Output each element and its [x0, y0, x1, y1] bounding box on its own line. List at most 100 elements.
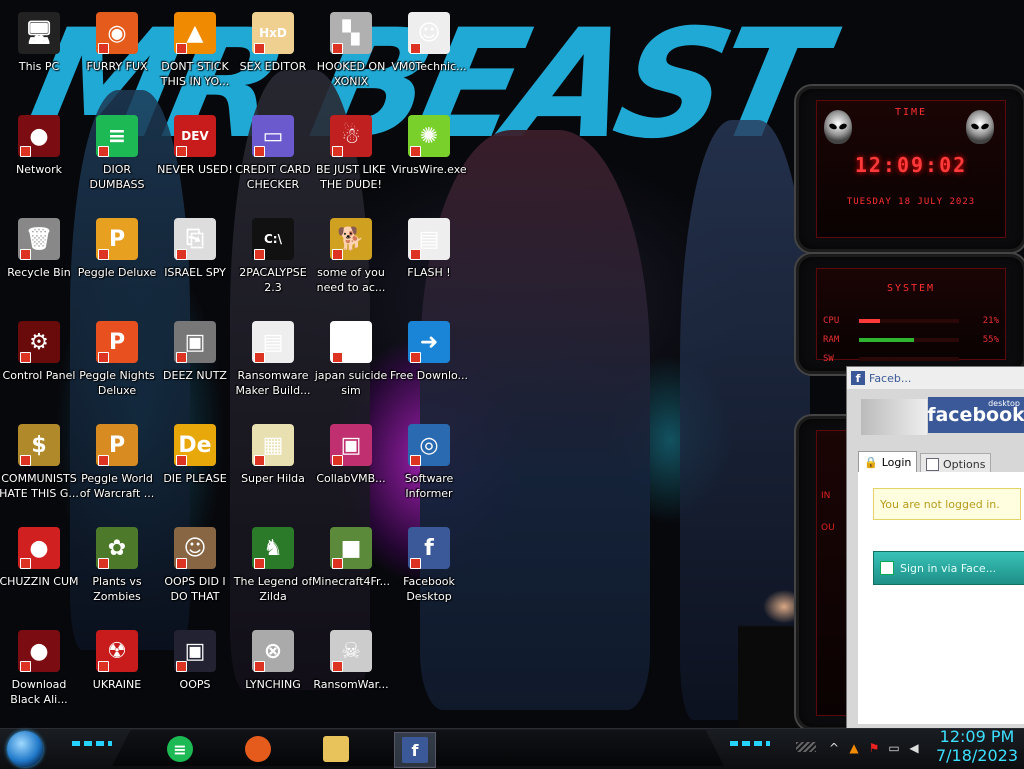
- tab-login[interactable]: 🔒 Login: [858, 451, 918, 472]
- chevron-up-icon[interactable]: ^: [826, 740, 842, 756]
- shortcut-badge-icon: [176, 43, 187, 54]
- desktop-icon-hooked-xonix[interactable]: ▚ HOOKED ON XONIX: [312, 8, 390, 108]
- action-center-flag-icon[interactable]: ⚑: [866, 740, 882, 756]
- desktop-icon-japan-suicide[interactable]: ≡ japan suicide sim: [312, 317, 390, 417]
- taskbar-app-facebook[interactable]: f: [394, 732, 436, 768]
- show-hidden-icons-button[interactable]: [796, 742, 816, 752]
- desktop-icon-label: SEX EDITOR: [239, 60, 307, 73]
- icon-glyph: C:\: [264, 232, 282, 246]
- desktop-icon-lynching[interactable]: ⊗ LYNCHING: [234, 626, 312, 726]
- desktop-icon-dont-stick[interactable]: ▲ DONT STICK THIS IN YO...: [156, 8, 234, 108]
- sign-in-via-facebook-button[interactable]: Sign in via Face...: [873, 551, 1024, 585]
- desktop-icon-communists[interactable]: $ COMMUNISTS HATE THIS G...: [0, 420, 79, 520]
- network-icon[interactable]: ▭: [886, 740, 902, 756]
- desktop-icon-ransomware-maker[interactable]: ▤ Ransomware Maker Build...: [234, 317, 312, 417]
- taskbar-clock[interactable]: 12:09 PM 7/18/2023: [930, 727, 1024, 767]
- shortcut-badge-icon: [332, 146, 343, 157]
- desktop-icon-oops[interactable]: ▣ OOPS: [156, 626, 234, 726]
- options-icon: [926, 457, 939, 471]
- desktop-icon-label: NEVER USED!: [157, 163, 233, 176]
- desktop-icon-super-hilda[interactable]: ▦ Super Hilda: [234, 420, 312, 520]
- shortcut-badge-icon: [20, 558, 31, 569]
- sign-in-icon: [880, 561, 894, 575]
- facebook-window-titlebar[interactable]: f Faceb...: [847, 367, 1024, 389]
- desktop-icon-legend-zilda[interactable]: ♞ The Legend of Zilda: [234, 523, 312, 623]
- shortcut-badge-icon: [254, 455, 265, 466]
- desktop-icon-minecraft[interactable]: ■ Minecraft4Fr...: [312, 523, 390, 623]
- desktop-icon-2pacalypse[interactable]: C:\ 2PACALYPSE 2.3: [234, 214, 312, 314]
- pvz-icon: ✿: [96, 527, 138, 569]
- icon-glyph: P: [108, 432, 126, 458]
- shortcut-badge-icon: [410, 352, 421, 363]
- windows-stack-icon: ▣: [174, 321, 216, 363]
- desktop-icon-label: Software Informer: [404, 472, 454, 500]
- system-row-cpu: CPU 21%: [823, 311, 999, 330]
- taskbar-decoration: [730, 741, 770, 746]
- network-in-label: IN: [821, 491, 831, 501]
- desktop-icon-recycle-bin[interactable]: 🗑 Recycle Bin: [0, 214, 78, 314]
- desktop-icon-viruswire[interactable]: ✺ VirusWire.exe: [390, 111, 468, 211]
- desktop-icon-be-just-like[interactable]: ☃ BE JUST LIKE THE DUDE!: [312, 111, 390, 211]
- desktop-icon-vm0[interactable]: ☺ VM0Technic...: [390, 8, 468, 108]
- desktop-icon-label: DEEZ NUTZ: [163, 369, 227, 382]
- desktop-icon-label: japan suicide sim: [314, 369, 388, 397]
- sign-in-button-label: Sign in via Face...: [900, 561, 997, 575]
- desktop-icon-deez-nutz[interactable]: ▣ DEEZ NUTZ: [156, 317, 234, 417]
- desktop-icon-network[interactable]: ● Network: [0, 111, 78, 211]
- desktop-icon-never-used[interactable]: DEV NEVER USED!: [156, 111, 234, 211]
- icon-glyph: ▣: [184, 329, 206, 355]
- desktop-icon-some-of-you[interactable]: 🐕 some of you need to ac...: [312, 214, 390, 314]
- desktop-icon-oops-did[interactable]: ☺ OOPS DID I DO THAT: [156, 523, 234, 623]
- desktop-icon-plants-zombies[interactable]: ✿ Plants vs Zombies: [78, 523, 156, 623]
- desktop-icon-chuzzin-cum[interactable]: ● CHUZZIN CUM: [0, 523, 79, 623]
- system-gadget[interactable]: SYSTEM CPU 21% RAM 55% SW: [794, 252, 1024, 376]
- desktop-icon-ukraine[interactable]: ☢ UKRAINE: [78, 626, 156, 726]
- monitor-icon: ▣: [174, 630, 216, 672]
- shortcut-badge-icon: [176, 249, 187, 260]
- desktop-icon-label: UKRAINE: [92, 678, 142, 691]
- icon-glyph: P: [108, 226, 126, 252]
- desktop-icon-credit-card[interactable]: ▭ CREDIT CARD CHECKER: [234, 111, 312, 211]
- taskbar-app-spotify[interactable]: ≡: [160, 732, 200, 766]
- spotify-icon: ≡: [96, 115, 138, 157]
- pixel-art-icon: ▦: [252, 424, 294, 466]
- icon-glyph: ▦: [262, 432, 284, 458]
- desktop-icon-label: CHUZZIN CUM: [0, 575, 79, 588]
- icon-glyph: ▭: [262, 123, 284, 149]
- start-button[interactable]: [7, 731, 43, 767]
- arrow-download-icon: ➜: [408, 321, 450, 363]
- shortcut-badge-icon: [20, 146, 31, 157]
- speaker-icon[interactable]: ◀: [906, 740, 922, 756]
- desktop-icon-download-black[interactable]: ● Download Black Ali...: [0, 626, 78, 726]
- icon-glyph: ☠: [341, 638, 361, 664]
- desktop-icon-israel-spy[interactable]: ⎘ ISRAEL SPY: [156, 214, 234, 314]
- alien-download-icon: ●: [18, 630, 60, 672]
- icon-glyph: ▚: [342, 20, 360, 46]
- desktop-icon-facebook-desktop[interactable]: f Facebook Desktop: [390, 523, 468, 623]
- desktop-icon-free-download[interactable]: ➜ Free Downlo...: [390, 317, 468, 417]
- icon-glyph: 🗑: [25, 226, 53, 252]
- desktop-icon-sex-editor[interactable]: HxD SEX EDITOR: [234, 8, 312, 108]
- desktop-icon-die-please[interactable]: De DIE PLEASE: [156, 420, 234, 520]
- desktop-icon-software-informer[interactable]: ◎ Software Informer: [390, 420, 468, 520]
- peggle-nights-icon: P: [96, 321, 138, 363]
- desktop-icon-collabvmb[interactable]: ▣ CollabVMB...: [312, 420, 390, 520]
- desktop-icon-dior-dumbass[interactable]: ≡ DIOR DUMBASS: [78, 111, 156, 211]
- desktop-icon-flash[interactable]: ▤ FLASH !: [390, 214, 468, 314]
- desktop-icon-control-panel[interactable]: ⚙ Control Panel: [0, 317, 78, 417]
- desktop-icon-peggle-nights[interactable]: P Peggle Nights Deluxe: [78, 317, 156, 417]
- spotify-icon: ≡: [167, 736, 193, 762]
- time-gadget-clock: 12:09:02: [854, 153, 968, 177]
- desktop-icon-ransomwar[interactable]: ☠ RansomWar...: [312, 626, 390, 726]
- desktop-icon-furry-fux[interactable]: ◉ FURRY FUX: [78, 8, 156, 108]
- icon-glyph: ☃: [341, 123, 361, 149]
- desktop-icon-peggle-world[interactable]: P Peggle World of Warcraft ...: [78, 420, 156, 520]
- desktop-icon-peggle-deluxe[interactable]: P Peggle Deluxe: [78, 214, 156, 314]
- desktop-icon-label: Plants vs Zombies: [92, 575, 142, 603]
- desktop-icon-this-pc[interactable]: 🖥 This PC: [0, 8, 78, 108]
- taskbar-app-file-explorer[interactable]: [316, 732, 356, 766]
- time-gadget[interactable]: TIME 12:09:02 TUESDAY 18 JULY 2023: [794, 84, 1024, 254]
- icon-glyph: ▣: [340, 432, 362, 458]
- orange-app-icon[interactable]: ▲: [846, 740, 862, 756]
- taskbar-app-firefox[interactable]: [238, 732, 278, 766]
